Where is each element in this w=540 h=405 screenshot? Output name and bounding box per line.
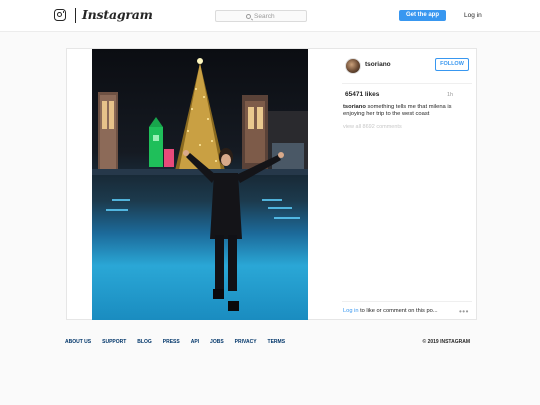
avatar[interactable]	[345, 58, 361, 74]
get-the-app-button[interactable]: Get the app	[399, 10, 446, 21]
footer-links: ABOUT US SUPPORT BLOG PRESS API JOBS PRI…	[65, 339, 296, 345]
view-all-comments-link[interactable]: view all 8692 comments	[343, 124, 402, 130]
post-timestamp[interactable]: 1h	[447, 92, 453, 98]
instagram-wordmark[interactable]: Instagram	[82, 7, 153, 22]
login-to-comment-text: to like or comment on this po...	[358, 308, 438, 314]
more-options-icon[interactable]: •••	[459, 307, 469, 316]
instagram-glyph-icon[interactable]	[54, 9, 66, 21]
photo-scene-illustration	[92, 58, 308, 311]
brand-divider	[75, 8, 76, 23]
login-to-comment-link[interactable]: Log in	[343, 308, 359, 314]
footer-link-blog[interactable]: BLOG	[137, 339, 151, 345]
copyright: © 2019 INSTAGRAM	[422, 339, 471, 345]
search-icon	[246, 14, 251, 19]
likes-count[interactable]: 65471 likes	[345, 91, 379, 98]
footer-link-privacy[interactable]: PRIVACY	[235, 339, 257, 345]
footer-link-api[interactable]: API	[191, 339, 199, 345]
post-details-panel: tsoriano FOLLOW 65471 likes 1h tsoriano …	[309, 49, 476, 320]
divider	[342, 83, 472, 84]
search-input[interactable]: Search	[215, 10, 307, 22]
footer-link-jobs[interactable]: JOBS	[210, 339, 224, 345]
divider	[342, 301, 472, 302]
login-to-comment: Log in to like or comment on this po...	[343, 308, 443, 314]
post-photo[interactable]	[92, 49, 308, 320]
search-placeholder: Search	[254, 13, 275, 20]
caption-username[interactable]: tsoriano	[343, 104, 366, 110]
footer-link-terms[interactable]: TERMS	[268, 339, 286, 345]
footer-link-press[interactable]: PRESS	[163, 339, 180, 345]
post-caption: tsoriano something tells me that milena …	[343, 104, 469, 118]
footer: ABOUT US SUPPORT BLOG PRESS API JOBS PRI…	[65, 339, 470, 349]
follow-button[interactable]: FOLLOW	[435, 58, 469, 71]
post-username[interactable]: tsoriano	[365, 61, 391, 68]
footer-link-support[interactable]: SUPPORT	[102, 339, 126, 345]
login-link[interactable]: Log in	[464, 10, 482, 21]
footer-link-about[interactable]: ABOUT US	[65, 339, 91, 345]
top-navigation-bar: Instagram Search Get the app Log in	[0, 0, 540, 32]
